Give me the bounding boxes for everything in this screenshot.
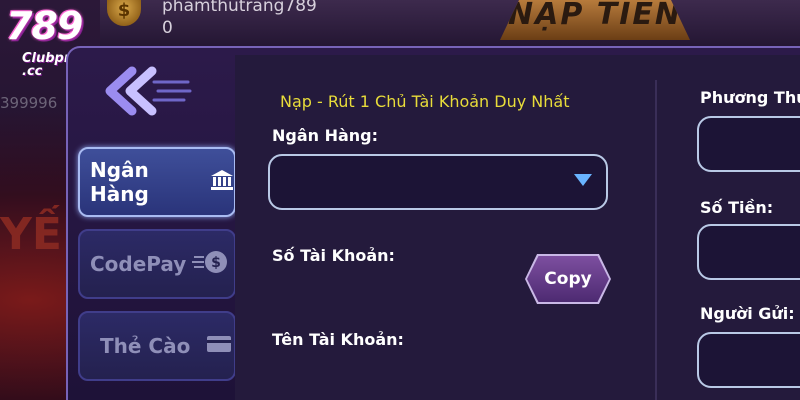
tab-codepay[interactable]: CodePay $ [78, 229, 236, 299]
dropdown-arrow-icon [574, 174, 592, 186]
tab-bank-label: Ngân Hàng [90, 158, 149, 206]
account-number-label: Số Tài Khoản: [272, 246, 395, 265]
card-icon [206, 334, 232, 358]
tab-bank[interactable]: Ngân Hàng [78, 147, 236, 217]
bank-label: Ngân Hàng: [272, 126, 379, 145]
tab-codepay-label: CodePay [90, 252, 187, 276]
sender-label: Người Gửi: [700, 304, 795, 323]
column-divider [655, 80, 657, 400]
method-label: Phương Thức [700, 88, 800, 107]
dollar-coin-icon: $ [192, 248, 228, 281]
side-balance: 399996 [0, 94, 58, 112]
amount-input[interactable] [697, 224, 800, 280]
logo-number: 789 [6, 4, 83, 48]
double-chevron-left-icon [105, 66, 192, 116]
copy-button[interactable]: Copy [527, 256, 609, 302]
sender-input[interactable] [697, 332, 800, 388]
player-name: phamthutrang789 [162, 0, 317, 16]
player-balance: 0 [162, 18, 173, 38]
background-decoration-text: YẾN N ẠI [0, 209, 66, 260]
notice-text: Nạp - Rút 1 Chủ Tài Khoản Duy Nhất [280, 92, 570, 111]
amount-label: Số Tiền: [700, 198, 774, 217]
back-button[interactable] [102, 66, 192, 116]
bank-select[interactable] [268, 154, 608, 210]
account-name-label: Tên Tài Khoản: [272, 330, 404, 349]
title-banner: NẠP TIỀN [500, 0, 690, 40]
tab-scratch-card[interactable]: Thẻ Cào [78, 311, 236, 381]
bank-icon [210, 169, 234, 196]
method-field[interactable] [697, 116, 800, 172]
tab-scratch-card-label: Thẻ Cào [100, 334, 191, 358]
svg-text:$: $ [211, 255, 221, 271]
